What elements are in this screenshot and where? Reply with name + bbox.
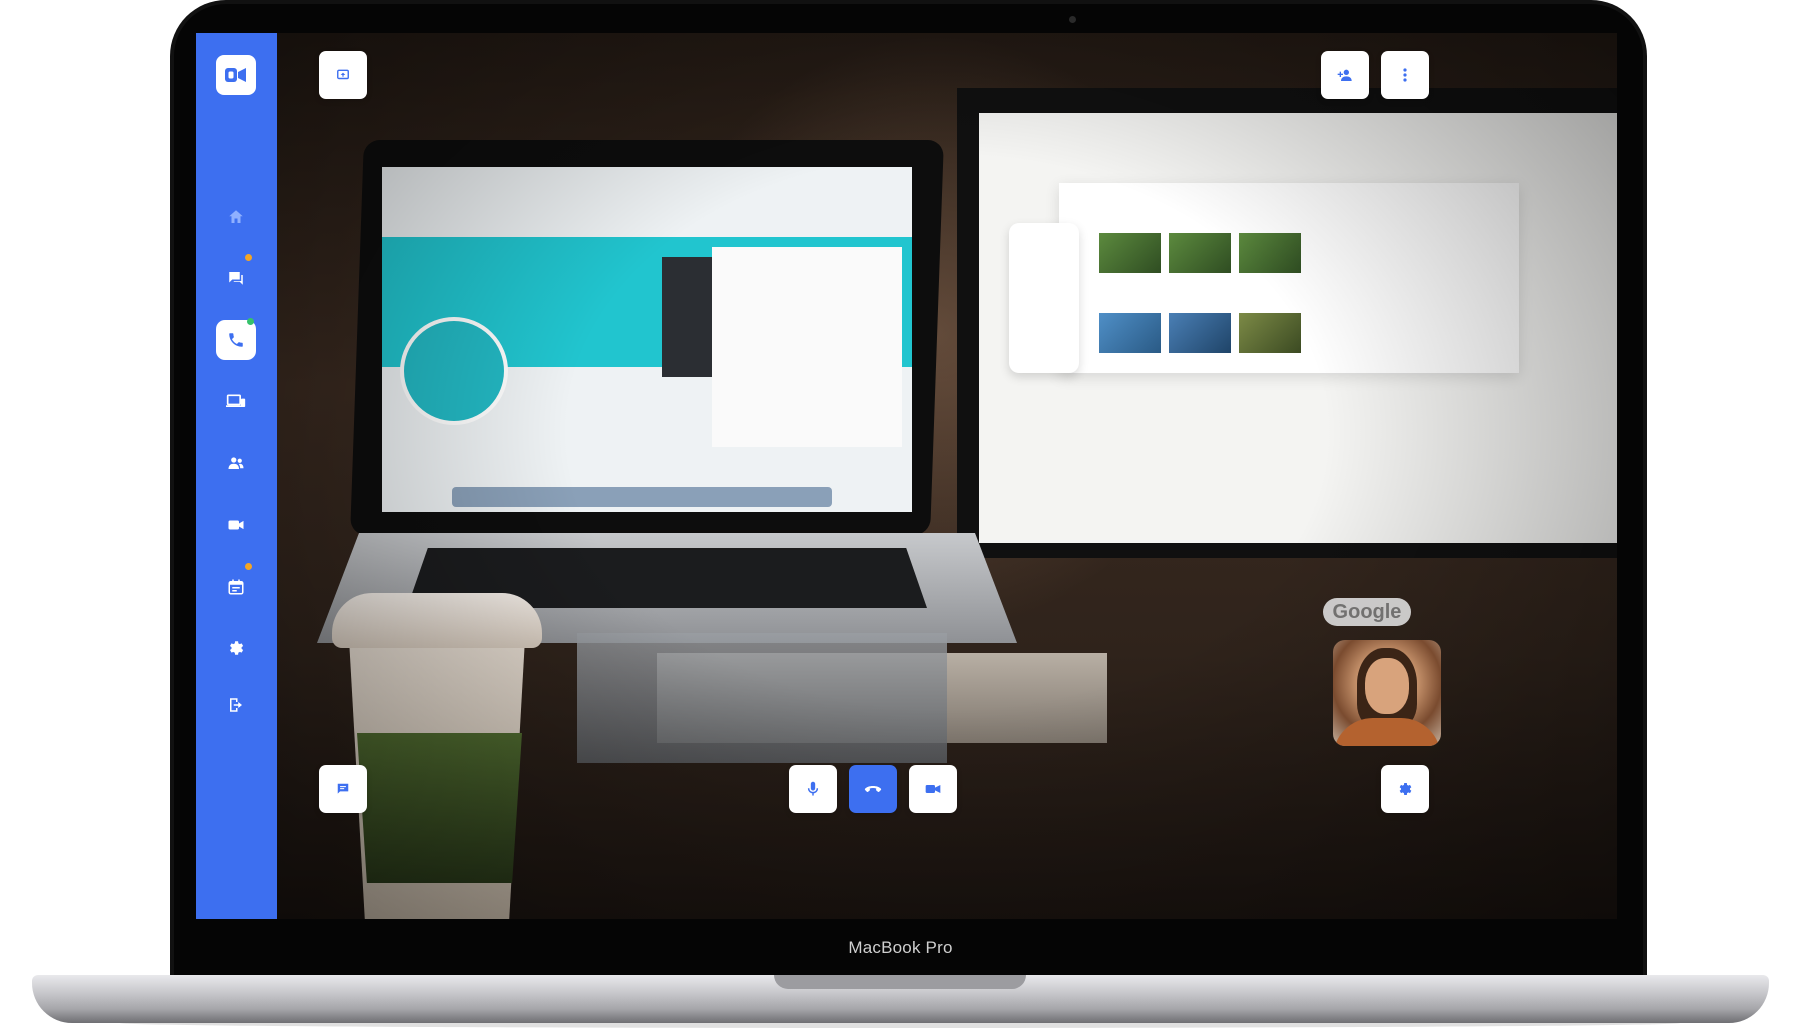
- video-camera-icon: [925, 783, 941, 795]
- more-options-button[interactable]: [1381, 51, 1429, 99]
- chat-notification-dot: [245, 254, 252, 261]
- chat-button[interactable]: [319, 765, 367, 813]
- self-view-thumbnail[interactable]: [1333, 640, 1441, 746]
- logout-icon: [227, 696, 245, 714]
- add-participant-button[interactable]: [1321, 51, 1369, 99]
- sidebar: [196, 33, 277, 919]
- contacts-icon: [227, 454, 245, 472]
- video-sticker: Google: [1323, 598, 1411, 626]
- video-feed: Google: [277, 33, 1617, 919]
- laptop-model-label: MacBook Pro: [848, 938, 953, 957]
- mute-microphone-button[interactable]: [789, 765, 837, 813]
- sidebar-item-settings[interactable]: [216, 628, 256, 668]
- call-settings-button[interactable]: [1381, 765, 1429, 813]
- video-logo-icon: [224, 65, 248, 85]
- add-person-icon: [1337, 68, 1353, 82]
- sidebar-item-calls[interactable]: [216, 318, 256, 360]
- calendar-notification-dot: [245, 563, 252, 570]
- app-screen: Google: [196, 33, 1617, 919]
- sidebar-item-devices[interactable]: [216, 382, 256, 422]
- calendar-icon: [227, 578, 245, 596]
- end-call-button[interactable]: [849, 765, 897, 813]
- sidebar-item-contacts[interactable]: [216, 443, 256, 483]
- hang-up-icon: [864, 784, 882, 794]
- chat-icon: [336, 782, 350, 796]
- toggle-camera-button[interactable]: [909, 765, 957, 813]
- home-icon: [227, 208, 245, 226]
- sidebar-item-home[interactable]: [216, 197, 256, 237]
- sidebar-item-chat[interactable]: [216, 254, 256, 298]
- chat-icon: [227, 269, 245, 287]
- devices-icon: [226, 393, 246, 411]
- sidebar-item-logout[interactable]: [216, 685, 256, 725]
- more-options-icon: [1403, 68, 1407, 82]
- phone-icon: [227, 331, 245, 349]
- self-view-shirt: [1333, 718, 1441, 746]
- laptop-camera: [1069, 16, 1076, 23]
- video-camera-icon: [227, 516, 245, 534]
- settings-icon: [227, 639, 245, 657]
- self-view-face: [1365, 658, 1409, 714]
- app-logo[interactable]: [216, 55, 256, 95]
- calls-status-dot: [247, 318, 254, 325]
- settings-icon: [1397, 781, 1413, 797]
- microphone-icon: [807, 781, 819, 797]
- sidebar-item-video[interactable]: [216, 505, 256, 545]
- sidebar-item-calendar[interactable]: [216, 563, 256, 607]
- laptop-notch: [774, 975, 1026, 989]
- screen-share-icon: [336, 68, 350, 82]
- screen-share-button[interactable]: [319, 51, 367, 99]
